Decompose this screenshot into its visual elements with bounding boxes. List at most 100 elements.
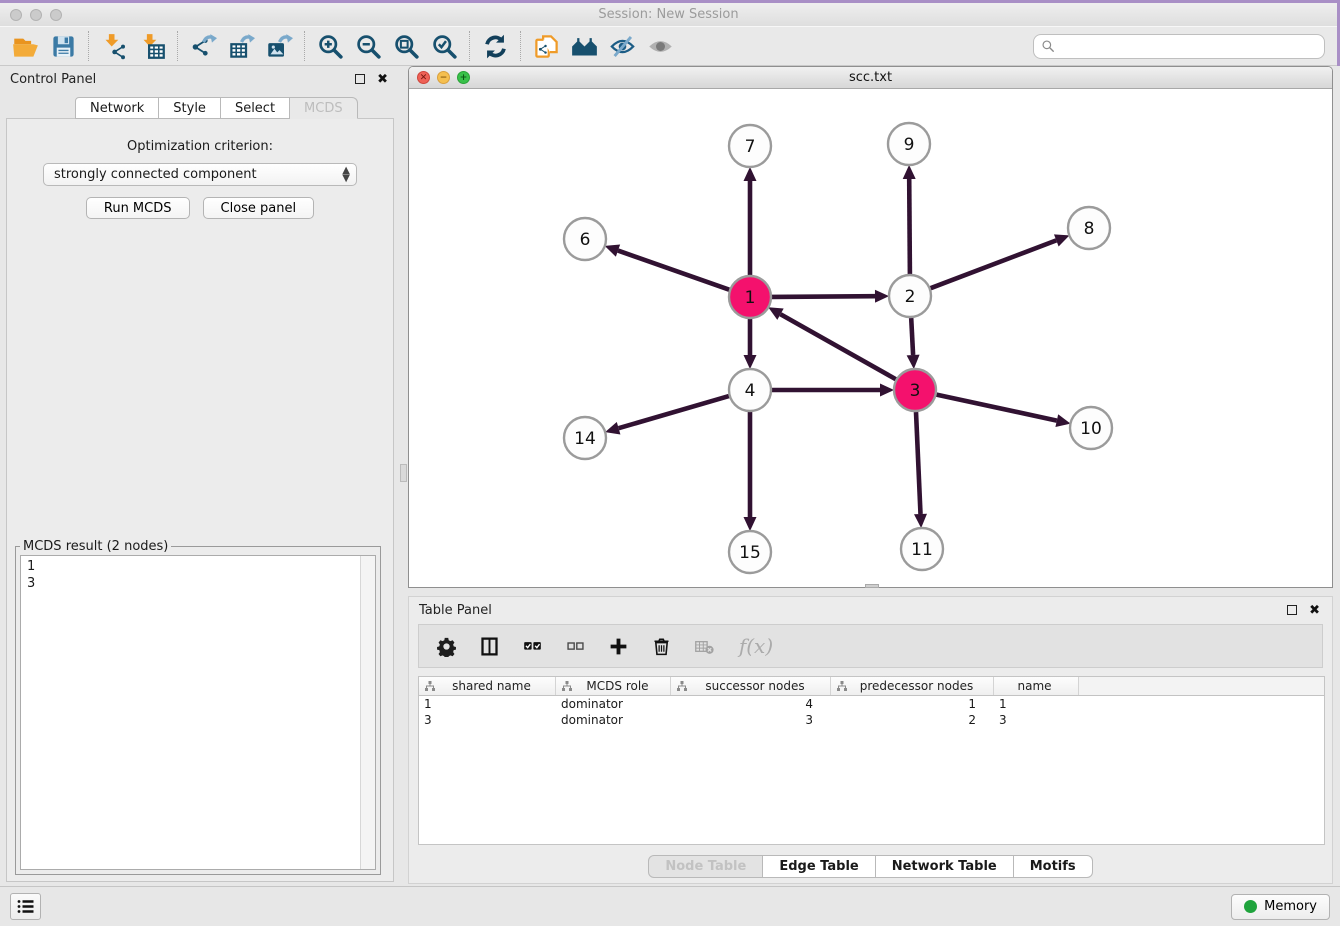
tab-network[interactable]: Network <box>75 97 159 119</box>
search-input[interactable] <box>1033 34 1325 59</box>
graph-node-1[interactable]: 1 <box>729 276 771 318</box>
edge-2-8[interactable] <box>931 240 1057 288</box>
column-header-MCDS-role[interactable]: MCDS role <box>556 677 671 695</box>
network-window-title: scc.txt <box>409 70 1332 85</box>
zoom-selected-button[interactable] <box>425 29 463 63</box>
import-network-icon <box>101 33 128 60</box>
memory-status-icon <box>1244 900 1257 913</box>
toolbar-separator <box>469 31 470 61</box>
float-panel-icon[interactable] <box>355 74 365 84</box>
close-panel-icon[interactable]: ✖ <box>377 73 388 86</box>
apply-layout-button[interactable] <box>476 29 514 63</box>
tab-style[interactable]: Style <box>159 97 221 119</box>
column-header-predecessor-nodes[interactable]: predecessor nodes <box>831 677 994 695</box>
delete-column-button[interactable] <box>648 632 674 660</box>
graph-node-14[interactable]: 14 <box>564 417 606 459</box>
node-table: shared nameMCDS rolesuccessor nodesprede… <box>418 676 1325 845</box>
titlebar: Session: New Session <box>0 3 1337 26</box>
table-body: 1dominator4113dominator323 <box>419 696 1324 728</box>
table-row[interactable]: 1dominator411 <box>419 696 1324 712</box>
table-toolbar: f(x) <box>418 624 1323 668</box>
memory-label: Memory <box>1264 899 1317 914</box>
network-resize-handle[interactable] <box>865 584 879 588</box>
clone-network-button[interactable] <box>527 29 565 63</box>
select-all-columns-button[interactable] <box>519 632 545 660</box>
deselect-all-columns-icon <box>565 636 586 657</box>
select-arrows-icon: ▲▼ <box>342 167 350 183</box>
export-network-button[interactable] <box>184 29 222 63</box>
table-float-panel-icon[interactable] <box>1287 605 1297 615</box>
export-table-button[interactable] <box>222 29 260 63</box>
import-table-button[interactable] <box>133 29 171 63</box>
run-mcds-button[interactable]: Run MCDS <box>86 197 190 219</box>
tab-mcds[interactable]: MCDS <box>290 97 358 119</box>
column-header-successor-nodes[interactable]: successor nodes <box>671 677 831 695</box>
graph-node-15[interactable]: 15 <box>729 531 771 573</box>
network-window-titlebar: ✕ − + scc.txt <box>409 67 1332 89</box>
close-window-button[interactable] <box>10 9 22 21</box>
tab-node-table[interactable]: Node Table <box>648 855 763 878</box>
zoom-out-button[interactable] <box>349 29 387 63</box>
table-settings-button[interactable] <box>433 632 459 660</box>
mcds-result-text: 1 3 <box>21 556 360 869</box>
optimization-criterion-select[interactable]: strongly connected component ▲▼ <box>43 163 357 186</box>
export-image-button[interactable] <box>260 29 298 63</box>
hide-selected-icon <box>609 33 636 60</box>
network-close-button[interactable]: ✕ <box>417 71 430 84</box>
close-panel-button[interactable]: Close panel <box>203 197 315 219</box>
graph-node-6[interactable]: 6 <box>564 218 606 260</box>
edge-3-1[interactable] <box>781 314 896 379</box>
show-all-button[interactable] <box>641 29 679 63</box>
save-session-button[interactable] <box>44 29 82 63</box>
network-canvas[interactable]: 7 9 6 8 1 2 4 3 14 10 15 11 <box>409 89 1332 587</box>
deselect-all-columns-button[interactable] <box>562 632 588 660</box>
zoom-fit-button[interactable] <box>387 29 425 63</box>
edge-3-10[interactable] <box>937 395 1057 421</box>
zoom-window-button[interactable] <box>50 9 62 21</box>
zoom-in-icon <box>317 33 344 60</box>
edge-1-2[interactable] <box>772 296 875 297</box>
tab-motifs[interactable]: Motifs <box>1014 855 1093 878</box>
column-header-name[interactable]: name <box>994 677 1079 695</box>
edge-3-11[interactable] <box>916 412 921 514</box>
export-image-icon <box>266 33 293 60</box>
table-cell: dominator <box>556 712 671 728</box>
first-neighbors-button[interactable] <box>565 29 603 63</box>
graph-node-10[interactable]: 10 <box>1070 407 1112 449</box>
tab-network-table[interactable]: Network Table <box>876 855 1014 878</box>
table-cell: 3 <box>994 712 1079 728</box>
column-header-shared-name[interactable]: shared name <box>419 677 556 695</box>
node-label: 1 <box>745 288 756 308</box>
tab-select[interactable]: Select <box>221 97 290 119</box>
graph-node-4[interactable]: 4 <box>729 369 771 411</box>
graph-node-9[interactable]: 9 <box>888 123 930 165</box>
minimize-window-button[interactable] <box>30 9 42 21</box>
table-close-panel-icon[interactable]: ✖ <box>1309 604 1320 617</box>
import-network-button[interactable] <box>95 29 133 63</box>
open-session-button[interactable] <box>6 29 44 63</box>
zoom-in-button[interactable] <box>311 29 349 63</box>
graph-node-11[interactable]: 11 <box>901 528 943 570</box>
edge-1-6[interactable] <box>618 251 729 290</box>
column-visibility-button[interactable] <box>476 632 502 660</box>
splitter-handle[interactable] <box>400 464 407 482</box>
graph-node-8[interactable]: 8 <box>1068 207 1110 249</box>
edge-2-3[interactable] <box>911 318 913 355</box>
edge-4-14[interactable] <box>619 396 729 428</box>
network-zoom-button[interactable]: + <box>457 71 470 84</box>
delete-table-button <box>691 632 717 660</box>
task-history-button[interactable] <box>10 893 41 920</box>
function-builder-button: f(x) <box>734 632 778 660</box>
graph-node-2[interactable]: 2 <box>889 275 931 317</box>
table-row[interactable]: 3dominator323 <box>419 712 1324 728</box>
edge-2-9[interactable] <box>909 179 910 274</box>
toolbar-separator <box>520 31 521 61</box>
graph-node-3[interactable]: 3 <box>894 369 936 411</box>
hide-selected-button[interactable] <box>603 29 641 63</box>
add-column-button[interactable] <box>605 632 631 660</box>
result-scrollbar[interactable] <box>360 556 375 869</box>
tab-edge-table[interactable]: Edge Table <box>763 855 875 878</box>
memory-button[interactable]: Memory <box>1231 894 1330 920</box>
graph-node-7[interactable]: 7 <box>729 125 771 167</box>
network-minimize-button[interactable]: − <box>437 71 450 84</box>
